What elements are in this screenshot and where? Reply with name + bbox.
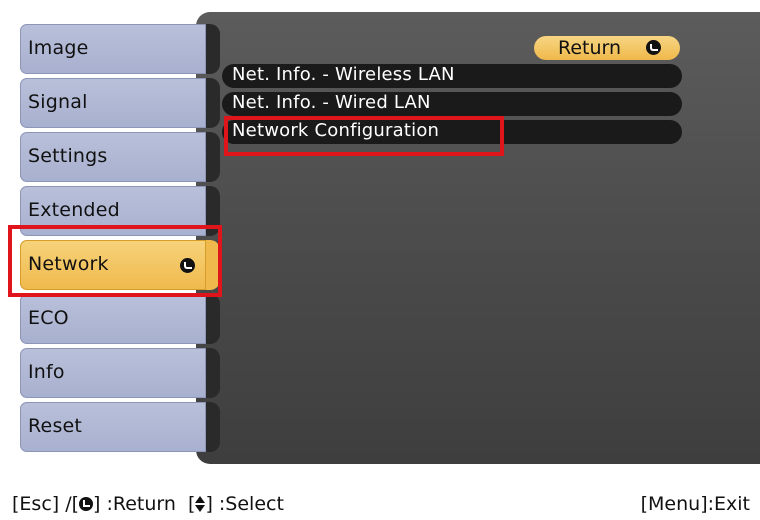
enter-icon (79, 497, 94, 511)
sidebar-item-reset[interactable]: Reset (20, 402, 220, 452)
sidebar-item-label: Signal (28, 91, 88, 113)
sidebar-item-label: Info (28, 361, 65, 383)
help-esc-suffix: ] :Return (93, 493, 176, 515)
option-net-info-wired[interactable]: Net. Info. - Wired LAN (222, 92, 682, 116)
return-button[interactable]: Return (534, 36, 680, 60)
help-select-suffix: ] :Select (205, 493, 284, 515)
sidebar-item-label: Reset (28, 415, 83, 437)
sidebar-item-cap (206, 24, 220, 74)
sidebar-item-info[interactable]: Info (20, 348, 220, 398)
sidebar-item-settings[interactable]: Settings (20, 132, 220, 182)
sidebar-item-cap (206, 348, 220, 398)
help-esc-prefix: [Esc] /[ (12, 493, 80, 515)
selected-item-highlight (8, 225, 222, 297)
option-highlight (224, 116, 504, 156)
sidebar-item-label: Extended (28, 199, 120, 221)
option-label: Net. Info. - Wired LAN (232, 92, 431, 113)
enter-icon (646, 40, 661, 55)
option-label: Net. Info. - Wireless LAN (232, 64, 455, 85)
sidebar-item-cap (206, 294, 220, 344)
up-down-arrow-icon (195, 496, 206, 512)
help-text-left: [Esc] /[ ] :Return [ ] :Select (12, 493, 284, 515)
sidebar-item-cap (206, 78, 220, 128)
sidebar-item-label: Image (28, 37, 89, 59)
sidebar-item-eco[interactable]: ECO (20, 294, 220, 344)
sidebar-item-label: ECO (28, 307, 69, 329)
sidebar-item-label: Settings (28, 145, 108, 167)
sidebar-item-image[interactable]: Image (20, 24, 220, 74)
help-bar: [Esc] /[ ] :Return [ ] :Select [Menu]:Exit (6, 490, 760, 520)
return-label: Return (558, 37, 622, 59)
sidebar-item-signal[interactable]: Signal (20, 78, 220, 128)
sidebar-item-cap (206, 132, 220, 182)
help-select-prefix: [ (188, 493, 196, 515)
sidebar-item-cap (206, 402, 220, 452)
help-exit: [Menu]:Exit (640, 493, 750, 515)
option-net-info-wireless[interactable]: Net. Info. - Wireless LAN (222, 64, 682, 88)
